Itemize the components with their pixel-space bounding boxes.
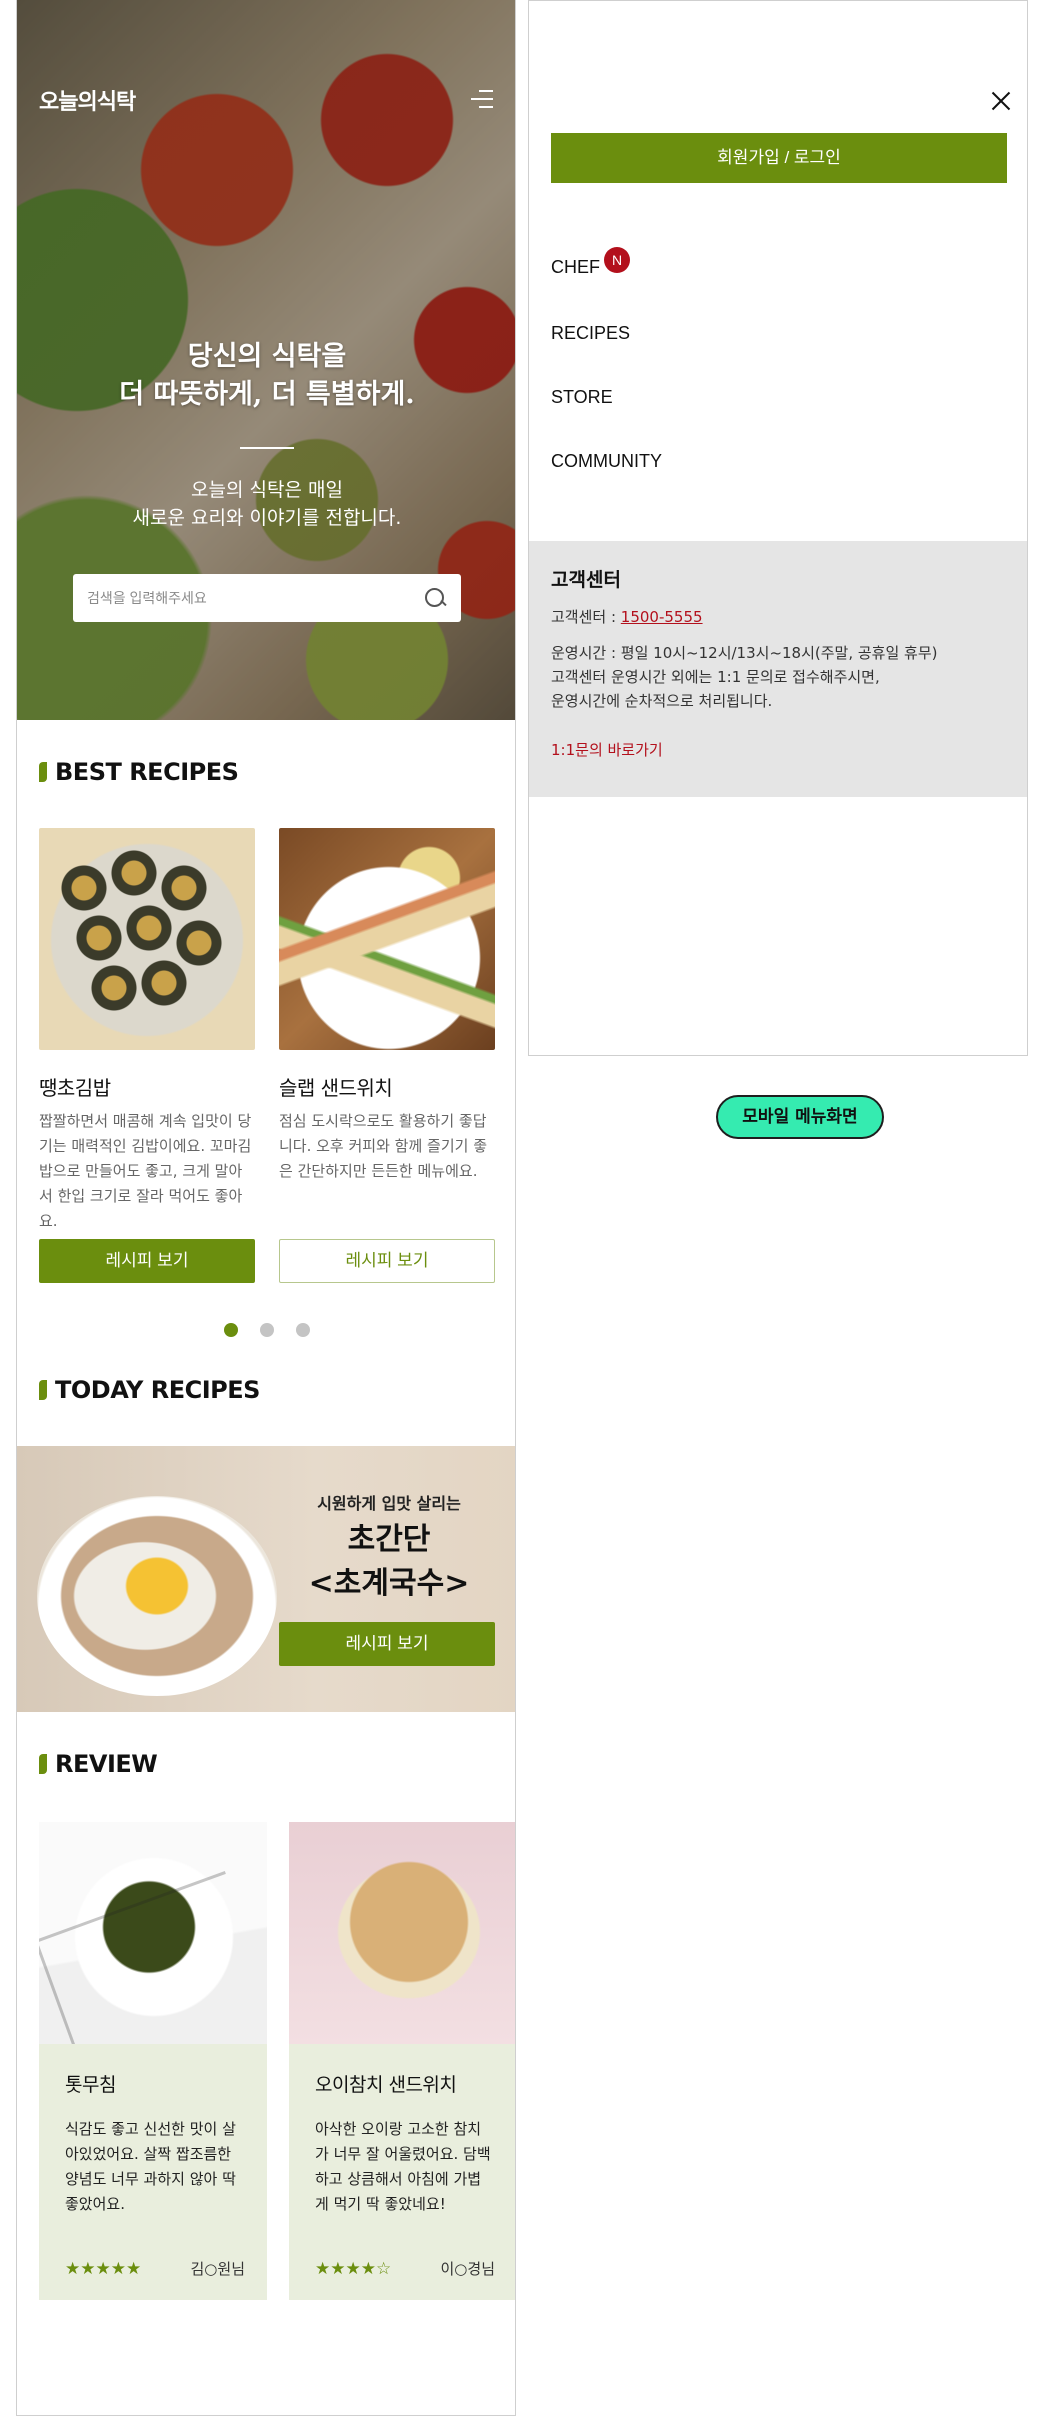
menu-item-community[interactable]: COMMUNITY <box>551 451 662 472</box>
heading-accent-bar <box>39 1380 47 1400</box>
star-rating: ★★★★☆ <box>315 2258 392 2279</box>
review-body: 톳무침 식감도 좋고 신선한 맛이 살아있었어요. 살짝 짭조름한 양념도 너무… <box>39 2044 267 2300</box>
review-title: REVIEW <box>55 1750 158 1778</box>
recipe-card: 땡초김밥 짭짤하면서 매콤해 계속 입맛이 당기는 매력적인 김밥이에요. 꼬마… <box>39 828 255 1283</box>
signup-login-button[interactable]: 회원가입 / 로그인 <box>551 133 1007 183</box>
review-body: 오이참치 샌드위치 아삭한 오이랑 고소한 참치가 너무 잘 어울렸어요. 담백… <box>289 2044 515 2300</box>
best-recipes-heading: BEST RECIPES <box>39 758 239 786</box>
cs-hours-line-1: 운영시간 : 평일 10시~12시/13시~18시(주말, 공휴일 휴무) <box>551 644 938 662</box>
star-rating: ★★★★★ <box>65 2258 142 2279</box>
recipe-card: 슬랩 샌드위치 점심 도시락으로도 활용하기 좋답니다. 오후 커피와 함께 즐… <box>279 828 495 1283</box>
cs-title: 고객센터 <box>551 569 621 591</box>
hero-desc-line-1: 오늘의 식탁은 매일 <box>191 479 343 501</box>
review-card[interactable]: 톳무침 식감도 좋고 신선한 맛이 살아있었어요. 살짝 짭조름한 양념도 너무… <box>39 1822 267 2300</box>
heading-accent-bar <box>39 1754 47 1774</box>
search-input[interactable] <box>87 590 423 606</box>
recipe-name: 땡초김밥 <box>39 1076 111 1100</box>
inquiry-shortcut-link[interactable]: 1:1문의 바로가기 <box>551 739 663 760</box>
screen-caption-label: 모바일 메뉴화면 <box>716 1095 884 1139</box>
banner-title: 초간단 <초계국수> <box>279 1518 499 1606</box>
cs-phone-line: 고객센터 : 1500-5555 <box>551 606 1005 627</box>
review-image-namul <box>39 1822 267 2044</box>
review-image-sandwich <box>289 1822 515 2044</box>
hero-title: 당신의 식탁을 더 따뜻하게, 더 특별하게. <box>17 338 515 414</box>
menu-item-recipes[interactable]: RECIPES <box>551 323 630 344</box>
recipe-description: 짭짤하면서 매콤해 계속 입맛이 당기는 매력적인 김밥이에요. 꼬마김밥으로 … <box>39 1112 252 1230</box>
cs-phone-label: 고객센터 : <box>551 608 621 626</box>
hero-desc-line-2: 새로운 요리와 이야기를 전합니다. <box>132 507 402 529</box>
hero-title-line-1: 당신의 식탁을 <box>187 341 347 372</box>
menu-item-chef[interactable]: CHEF N <box>551 247 630 281</box>
recipe-name: 슬랩 샌드위치 <box>279 1076 393 1100</box>
recipe-image-kimbap[interactable] <box>39 828 255 1050</box>
hero-description: 오늘의 식탁은 매일 새로운 요리와 이야기를 전합니다. <box>17 476 515 532</box>
today-recipes-title: TODAY RECIPES <box>55 1376 260 1404</box>
hero-title-line-2: 더 따뜻하게, 더 특별하게. <box>119 379 415 410</box>
view-recipe-button[interactable]: 레시피 보기 <box>279 1239 495 1283</box>
carousel-pagination <box>17 1323 515 1337</box>
review-heading: REVIEW <box>39 1750 158 1778</box>
review-text: 아삭한 오이랑 고소한 참치가 너무 잘 어울렸어요. 담백하고 상큼해서 아침… <box>315 2120 491 2213</box>
search-bar <box>73 574 461 622</box>
today-recipes-heading: TODAY RECIPES <box>39 1376 260 1404</box>
cs-phone-link[interactable]: 1500-5555 <box>621 608 703 626</box>
noodle-bowl-image <box>37 1496 277 1696</box>
hero-divider <box>240 447 294 449</box>
heading-accent-bar <box>39 762 47 782</box>
banner-title-line-2: <초계국수> <box>308 1566 470 1601</box>
site-logo[interactable]: 오늘의식탁 <box>39 84 136 116</box>
review-dish-name: 오이참치 샌드위치 <box>315 2074 457 2096</box>
banner-title-line-1: 초간단 <box>347 1522 431 1557</box>
mobile-main-page: 오늘의식탁 당신의 식탁을 더 따뜻하게, 더 특별하게. 오늘의 식탁은 매일… <box>16 0 516 2416</box>
menu-item-label: CHEF <box>551 257 600 277</box>
recipe-description: 점심 도시락으로도 활용하기 좋답니다. 오후 커피와 함께 즐기기 좋은 간단… <box>279 1112 488 1180</box>
mobile-menu-panel: 회원가입 / 로그인 CHEF N RECIPES STORE COMMUNITY… <box>528 0 1028 1056</box>
view-recipe-button[interactable]: 레시피 보기 <box>39 1239 255 1283</box>
review-footer: ★★★★★ 김○원님 <box>65 2258 245 2279</box>
reviewer-name: 김○원님 <box>190 2260 246 2278</box>
recipe-image-sandwich[interactable] <box>279 828 495 1050</box>
cs-hours-line-3: 운영시간에 순차적으로 처리됩니다. <box>551 692 773 710</box>
review-card[interactable]: 오이참치 샌드위치 아삭한 오이랑 고소한 참치가 너무 잘 어울렸어요. 담백… <box>289 1822 515 2300</box>
review-footer: ★★★★☆ 이○경님 <box>315 2258 495 2279</box>
banner-view-recipe-button[interactable]: 레시피 보기 <box>279 1622 495 1666</box>
cs-hours-line-2: 고객센터 운영시간 외에는 1:1 문의로 접수해주시면, <box>551 668 880 686</box>
carousel-dot-2[interactable] <box>260 1323 274 1337</box>
best-recipes-title: BEST RECIPES <box>55 758 239 786</box>
hero-section: 오늘의식탁 당신의 식탁을 더 따뜻하게, 더 특별하게. 오늘의 식탁은 매일… <box>17 0 515 720</box>
banner-subtitle: 시원하게 입맛 살리는 <box>317 1494 461 1513</box>
reviewer-name: 이○경님 <box>440 2260 496 2278</box>
today-recipe-banner: 시원하게 입맛 살리는 초간단 <초계국수> 레시피 보기 <box>17 1446 515 1712</box>
carousel-dot-1[interactable] <box>224 1323 238 1337</box>
menu-item-store[interactable]: STORE <box>551 387 613 408</box>
close-icon[interactable] <box>989 89 1013 113</box>
cs-hours: 운영시간 : 평일 10시~12시/13시~18시(주말, 공휴일 휴무) 고객… <box>551 641 1005 713</box>
search-icon[interactable] <box>423 586 447 610</box>
review-dish-name: 톳무침 <box>65 2074 116 2096</box>
review-text: 식감도 좋고 신선한 맛이 살아있었어요. 살짝 짭조름한 양념도 너무 과하지… <box>65 2120 236 2213</box>
customer-service-box: 고객센터 고객센터 : 1500-5555 운영시간 : 평일 10시~12시/… <box>529 541 1027 797</box>
hamburger-menu-icon[interactable] <box>471 90 493 112</box>
carousel-dot-3[interactable] <box>296 1323 310 1337</box>
new-badge: N <box>604 247 630 273</box>
